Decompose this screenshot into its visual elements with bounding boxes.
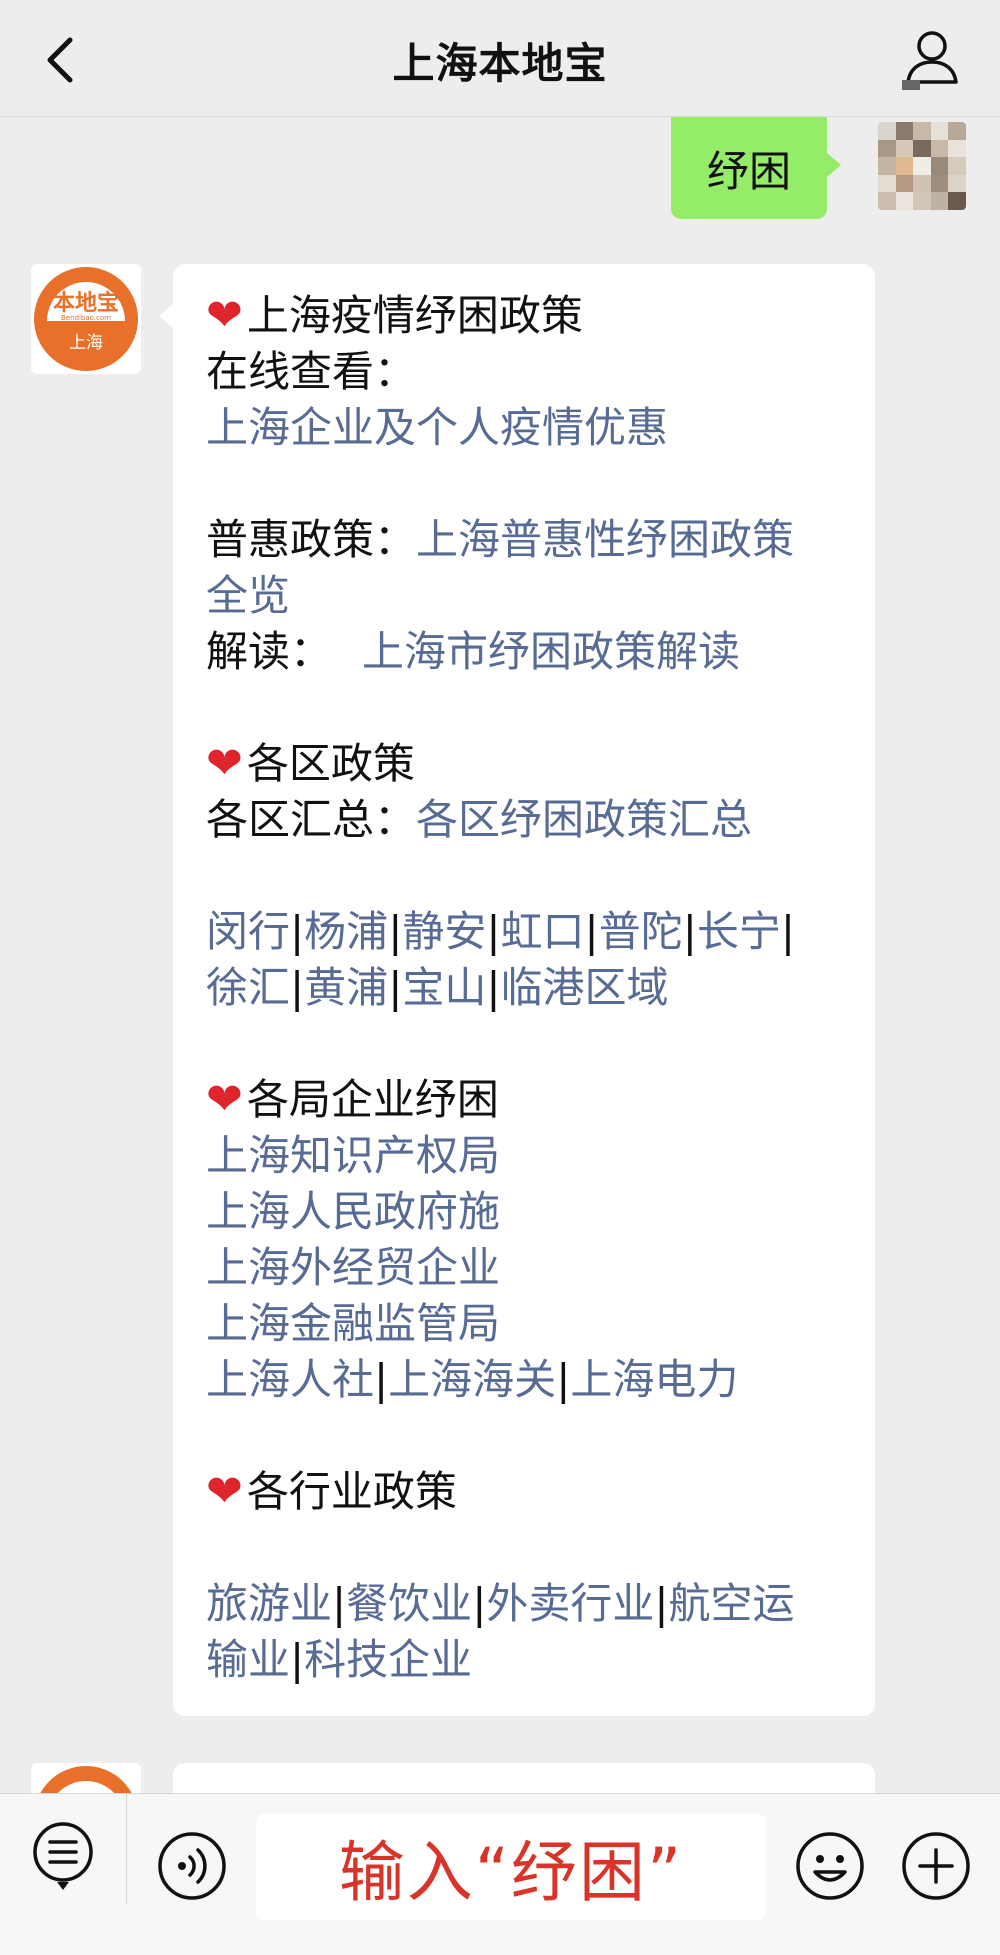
menu-button[interactable] [30, 1816, 96, 1896]
district-link[interactable]: 徐汇 [206, 963, 290, 1012]
section-heading: ❤上海疫情纾困政策 [206, 290, 583, 341]
heart-icon: ❤ [206, 1074, 243, 1125]
message-label: 解读： [206, 627, 333, 676]
add-icon [902, 1832, 970, 1900]
page-title: 上海本地宝 [392, 39, 608, 88]
bendibao-logo: 本地宝 Bendibao.com 上海 [34, 267, 138, 371]
svg-text:本地宝: 本地宝 [53, 290, 119, 316]
heart-icon: ❤ [206, 1466, 243, 1517]
district-link[interactable]: 杨浦 [304, 907, 388, 956]
incoming-message-bubble [173, 1763, 875, 1793]
link-row: 旅游业|餐饮业|外卖行业|航空运 [206, 1579, 795, 1628]
outgoing-message-text: 纾困 [706, 146, 791, 196]
message-text: 在线查看： [206, 347, 417, 396]
user-profile-icon [902, 31, 958, 90]
district-link[interactable]: 临港区域 [501, 963, 669, 1012]
svg-text:上海: 上海 [69, 333, 103, 353]
voice-icon [158, 1832, 226, 1900]
link[interactable]: 上海外经贸企业 [206, 1243, 500, 1292]
link[interactable]: 上海市纾困政策解读 [362, 627, 740, 676]
section-heading: ❤各行业政策 [206, 1466, 457, 1517]
link[interactable]: 上海海关 [388, 1355, 556, 1404]
district-link[interactable]: 宝山 [402, 963, 486, 1012]
add-button[interactable] [900, 1830, 972, 1902]
message-label: 各区汇总： [206, 795, 417, 844]
emoji-icon [796, 1832, 864, 1900]
link[interactable]: 上海知识产权局 [206, 1131, 500, 1180]
link-row: 闵行|杨浦|静安|虹口|普陀|长宁| [206, 907, 796, 956]
bendibao-logo [40, 1766, 132, 1793]
district-link[interactable]: 黄浦 [304, 963, 388, 1012]
incoming-message-bubble: ❤上海疫情纾困政策 在线查看： 上海企业及个人疫情优惠 普惠政策：上海普惠性纾困… [159, 264, 875, 1716]
link[interactable]: 上海企业及个人疫情优惠 [206, 403, 668, 452]
message-input[interactable]: 输入“纾困” [256, 1814, 766, 1920]
input-toolbar: 输入“纾困” [0, 1793, 1000, 1955]
user-avatar[interactable] [878, 122, 966, 210]
heart-icon: ❤ [206, 290, 243, 341]
heart-icon: ❤ [206, 738, 243, 789]
link[interactable]: 上海普惠性纾困政策 [416, 515, 794, 564]
industry-link[interactable]: 航空运 [669, 1579, 795, 1628]
link[interactable]: 上海人民政府施 [206, 1187, 500, 1236]
official-account-avatar[interactable]: 本地宝 Bendibao.com 上海 [31, 264, 141, 374]
section-heading: ❤各区政策 [206, 738, 415, 789]
link-row: 输业|科技企业 [206, 1635, 473, 1684]
official-account-avatar[interactable] [31, 1763, 141, 1793]
district-link[interactable]: 虹口 [501, 907, 585, 956]
profile-button[interactable] [900, 28, 960, 90]
message-label: 普惠政策： [206, 515, 417, 564]
link-row: 徐汇|黄浦|宝山|临港区域 [206, 963, 669, 1012]
industry-link[interactable]: 旅游业 [206, 1579, 332, 1628]
voice-button[interactable] [156, 1830, 228, 1902]
link[interactable]: 上海人社 [206, 1355, 374, 1404]
district-link[interactable]: 闵行 [206, 907, 290, 956]
district-link[interactable]: 静安 [402, 907, 486, 956]
message-input-text: 输入“纾困” [338, 1834, 684, 1911]
link[interactable]: 各区纾困政策汇总 [416, 795, 752, 844]
district-link[interactable]: 普陀 [599, 907, 683, 956]
industry-link[interactable]: 外卖行业 [486, 1579, 654, 1628]
emoji-button[interactable] [794, 1830, 866, 1902]
industry-link[interactable]: 餐饮业 [346, 1579, 472, 1628]
industry-link[interactable]: 输业 [206, 1635, 290, 1684]
link[interactable]: 全览 [206, 571, 290, 620]
section-heading: ❤各局企业纾困 [206, 1074, 499, 1125]
outgoing-message-bubble[interactable]: 纾困 [671, 117, 841, 219]
top-bar: 上海本地宝 [0, 0, 1000, 117]
district-link[interactable]: 长宁 [697, 907, 781, 956]
menu-list-icon [33, 1822, 93, 1890]
svg-text:Bendibao.com: Bendibao.com [61, 314, 111, 322]
link[interactable]: 上海电力 [570, 1355, 738, 1404]
link[interactable]: 上海金融监管局 [206, 1299, 500, 1348]
industry-link[interactable]: 科技企业 [304, 1635, 472, 1684]
link-row: 上海人社|上海海关|上海电力 [206, 1355, 739, 1404]
